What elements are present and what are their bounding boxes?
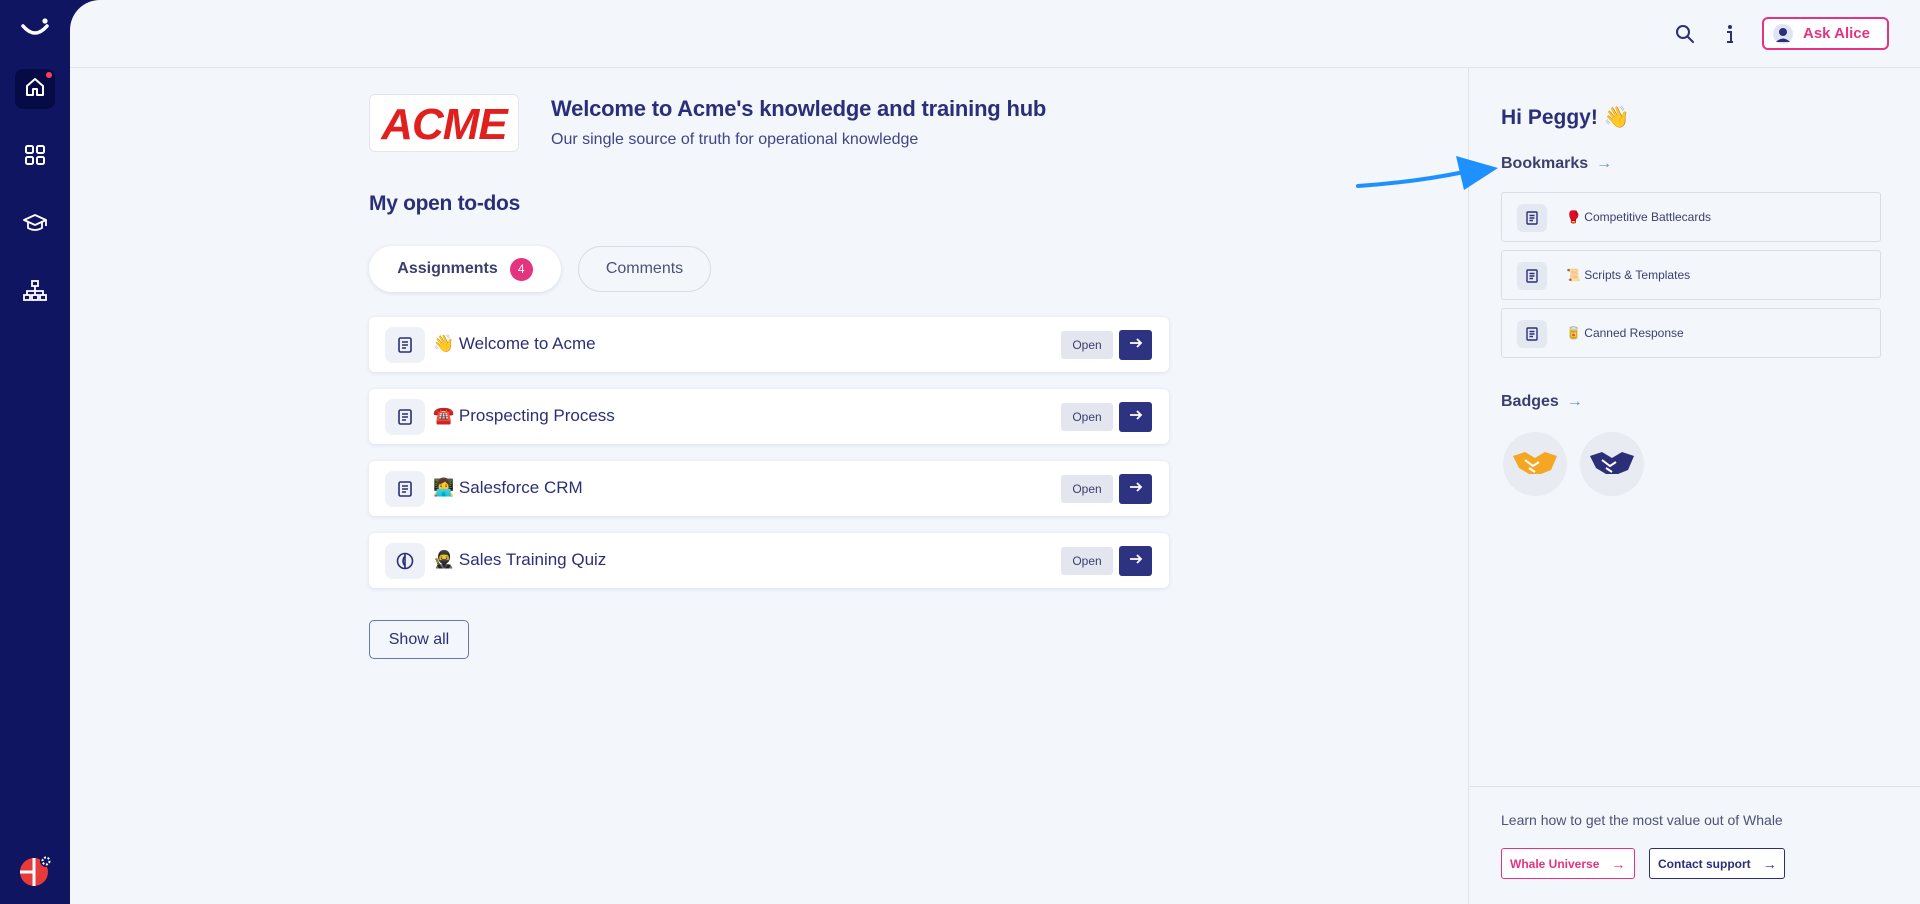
bookmark-label: 📜 Scripts & Templates	[1566, 268, 1691, 282]
document-icon	[1517, 320, 1547, 348]
go-arrow-button[interactable]	[1119, 330, 1152, 360]
annotation-arrow-icon	[1356, 152, 1500, 196]
arrow-right-icon	[1129, 480, 1143, 498]
whale-logo-icon[interactable]	[19, 16, 51, 42]
top-bar: Ask Alice	[70, 0, 1920, 68]
todo-item[interactable]: 🥷 Sales Training Quiz Open	[369, 533, 1169, 588]
svg-text:ACME: ACME	[380, 100, 509, 146]
page-subtitle: Our single source of truth for operation…	[551, 131, 919, 148]
tab-assignments[interactable]: Assignments 4	[369, 246, 561, 292]
bookmark-item[interactable]: 📜 Scripts & Templates	[1501, 250, 1881, 300]
contact-support-label: Contact support	[1658, 856, 1751, 871]
badges-link[interactable]: Badges →	[1501, 393, 1583, 411]
arrow-right-icon	[1129, 408, 1143, 426]
open-button[interactable]: Open	[1061, 547, 1113, 575]
whale-universe-label: Whale Universe	[1510, 856, 1600, 871]
alice-avatar-icon	[1773, 23, 1793, 44]
whale-universe-button[interactable]: Whale Universe →	[1501, 848, 1635, 879]
show-all-button[interactable]: Show all	[369, 620, 469, 659]
grid-icon	[24, 144, 46, 171]
notification-dot	[46, 72, 52, 78]
graduation-cap-icon	[23, 212, 47, 239]
todo-item[interactable]: 👋 Welcome to Acme Open	[369, 317, 1169, 372]
open-button[interactable]: Open	[1061, 475, 1113, 503]
tab-assignments-label: Assignments	[397, 260, 498, 277]
todo-label: ☎️ Prospecting Process	[433, 406, 615, 425]
todo-label: 🥷 Sales Training Quiz	[433, 550, 607, 569]
handshake-icon	[1511, 446, 1559, 483]
document-icon	[385, 471, 425, 507]
arrow-right-icon: →	[1566, 393, 1583, 410]
assignments-count-badge: 4	[509, 257, 533, 281]
contact-support-button[interactable]: Contact support →	[1649, 848, 1785, 879]
go-arrow-button[interactable]	[1119, 474, 1152, 504]
sidebar-item-apps[interactable]	[15, 137, 55, 177]
todos-title: My open to-dos	[369, 192, 520, 215]
todo-label: 👋 Welcome to Acme	[433, 334, 596, 353]
open-button[interactable]: Open	[1061, 403, 1113, 431]
footer-divider	[1468, 786, 1920, 787]
document-icon	[1517, 262, 1547, 290]
handshake-icon	[1588, 446, 1636, 483]
quiz-icon	[385, 543, 425, 579]
arrow-right-icon: →	[1762, 855, 1777, 872]
tab-comments[interactable]: Comments	[578, 246, 711, 292]
document-icon	[385, 327, 425, 363]
info-icon[interactable]	[1718, 22, 1742, 46]
open-button[interactable]: Open	[1061, 331, 1113, 359]
left-rail	[0, 0, 70, 904]
home-icon	[24, 76, 46, 103]
document-icon	[1517, 204, 1547, 232]
arrow-right-icon: →	[1611, 855, 1626, 872]
main-surface: Ask Alice ACME Welcome to Acme's knowled…	[70, 0, 1920, 904]
tab-comments-label: Comments	[605, 260, 684, 277]
go-arrow-button[interactable]	[1119, 546, 1152, 576]
go-arrow-button[interactable]	[1119, 402, 1152, 432]
todo-label: 👩‍💻 Salesforce CRM	[433, 478, 583, 497]
acme-logo: ACME	[369, 94, 519, 152]
org-chart-icon	[23, 279, 47, 307]
page-title: Welcome to Acme's knowledge and training…	[551, 96, 1047, 121]
badge-navy[interactable]	[1580, 432, 1644, 496]
arrow-right-icon	[1129, 552, 1143, 570]
todo-item[interactable]: ☎️ Prospecting Process Open	[369, 389, 1169, 444]
todo-item[interactable]: 👩‍💻 Salesforce CRM Open	[369, 461, 1169, 516]
user-avatar[interactable]	[19, 854, 52, 886]
footer-text: Learn how to get the most value out of W…	[1501, 812, 1783, 828]
sidebar-item-org-chart[interactable]	[15, 273, 55, 313]
search-icon[interactable]	[1673, 22, 1697, 46]
arrow-right-icon	[1129, 336, 1143, 354]
arrow-right-icon: →	[1596, 155, 1613, 172]
bookmarks-link[interactable]: Bookmarks →	[1501, 155, 1612, 173]
bookmark-label: 🥊 Competitive Battlecards	[1566, 210, 1712, 224]
bookmarks-title: Bookmarks	[1501, 155, 1589, 172]
ask-alice-label: Ask Alice	[1803, 25, 1870, 42]
greeting: Hi Peggy! 👋	[1501, 106, 1630, 129]
sidebar-item-learning[interactable]	[15, 205, 55, 245]
document-icon	[385, 399, 425, 435]
bookmark-item[interactable]: 🥊 Competitive Battlecards	[1501, 192, 1881, 242]
bookmark-item[interactable]: 🥫 Canned Response	[1501, 308, 1881, 358]
badges-title: Badges	[1501, 393, 1559, 410]
ask-alice-button[interactable]: Ask Alice	[1762, 17, 1889, 50]
bookmark-label: 🥫 Canned Response	[1566, 326, 1684, 340]
sidebar-item-home[interactable]	[15, 69, 55, 109]
badge-gold[interactable]	[1503, 432, 1567, 496]
